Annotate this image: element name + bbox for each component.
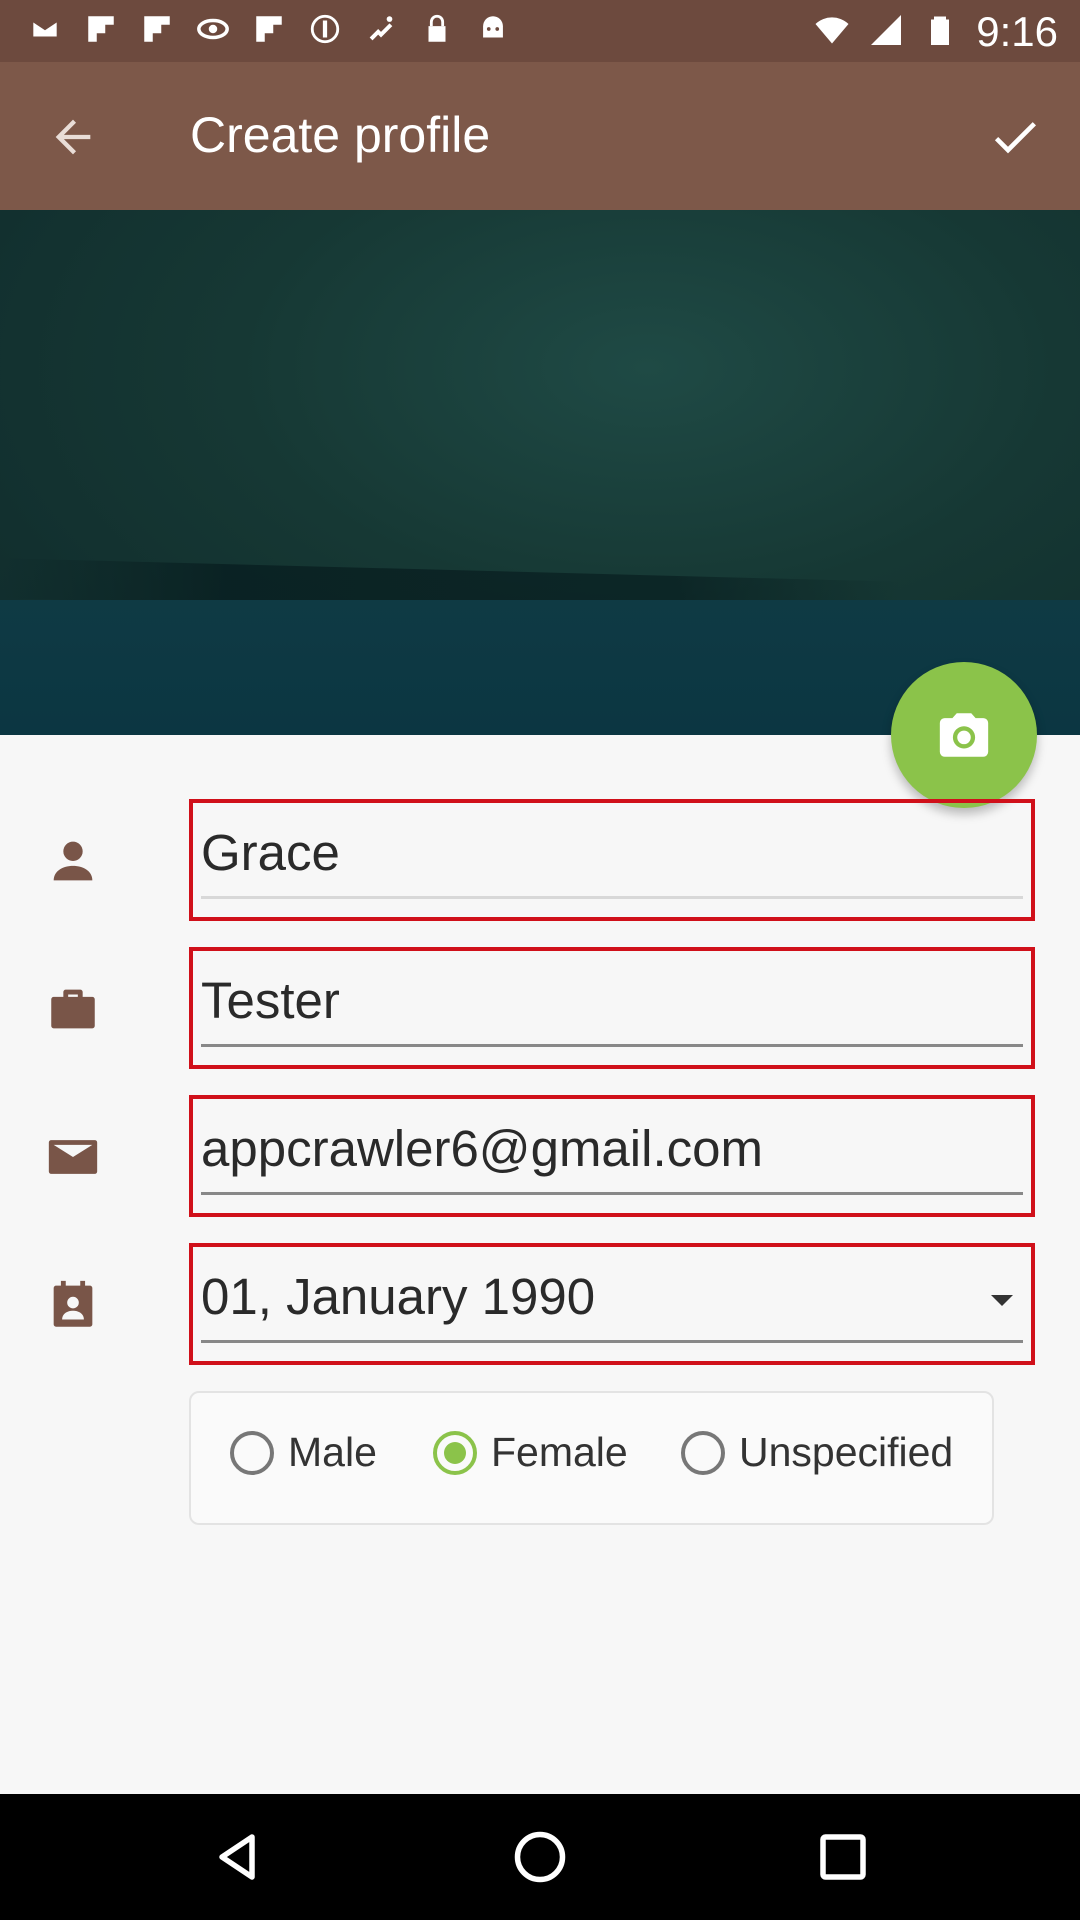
android-icon	[476, 12, 510, 46]
check-icon	[994, 122, 1036, 154]
navigation-bar	[0, 1794, 1080, 1920]
radio-label: Female	[491, 1429, 628, 1475]
status-bar: 9:16	[0, 0, 1080, 62]
fake-gps-icon	[364, 12, 398, 46]
briefcase-icon	[42, 978, 104, 1040]
flipboard-icon	[84, 12, 118, 46]
flipboard-icon	[252, 12, 286, 46]
change-photo-button[interactable]	[891, 662, 1037, 808]
gender-option-unspecified[interactable]: Unspecified	[681, 1429, 953, 1476]
back-button[interactable]	[38, 106, 108, 168]
gender-option-female[interactable]: Female	[433, 1429, 628, 1476]
nav-back-button[interactable]	[202, 1822, 272, 1892]
radio-button	[230, 1430, 274, 1475]
name-field[interactable]: Grace	[189, 799, 1035, 921]
occupation-field[interactable]: Tester	[189, 947, 1035, 1069]
radio-button-checked	[433, 1430, 477, 1475]
notification-icons	[28, 12, 510, 46]
page-title: Create profile	[190, 107, 491, 163]
nav-recents-button[interactable]	[808, 1822, 878, 1892]
camera-icon	[939, 713, 989, 757]
notification-icon	[308, 12, 342, 46]
mail-icon	[28, 12, 62, 46]
radio-label: Male	[288, 1429, 377, 1475]
nvidia-icon	[196, 12, 230, 46]
radio-button	[681, 1430, 725, 1475]
email-field[interactable]: appcrawler6@gmail.com	[189, 1095, 1035, 1217]
flipboard-icon	[140, 12, 174, 46]
person-icon	[42, 830, 104, 892]
square-recents-icon	[820, 1834, 866, 1880]
radio-label: Unspecified	[739, 1429, 954, 1475]
lock-icon	[420, 12, 454, 46]
dropdown-arrow-icon	[991, 1295, 1013, 1306]
triangle-back-icon	[219, 1834, 255, 1880]
gender-radio-group: Male Female Unspecified	[189, 1391, 994, 1525]
battery-icon	[922, 12, 958, 53]
circle-home-icon	[514, 1831, 566, 1883]
gender-option-male[interactable]: Male	[230, 1429, 377, 1476]
cover-photo	[0, 210, 1080, 735]
occupation-value: Tester	[201, 972, 340, 1029]
wifi-icon	[814, 12, 850, 53]
birthday-value: 01, January 1990	[201, 1268, 596, 1325]
clock: 9:16	[976, 8, 1058, 55]
save-button[interactable]	[980, 106, 1050, 168]
email-value: appcrawler6@gmail.com	[201, 1120, 763, 1177]
birthday-dropdown[interactable]: 01, January 1990	[189, 1243, 1035, 1365]
nav-home-button[interactable]	[505, 1822, 575, 1892]
email-icon	[42, 1126, 104, 1188]
name-value: Grace	[201, 824, 340, 881]
contact-calendar-icon	[42, 1274, 104, 1336]
arrow-back-icon	[55, 119, 91, 155]
app-bar: Create profile	[0, 62, 1080, 210]
signal-icon	[868, 12, 904, 53]
